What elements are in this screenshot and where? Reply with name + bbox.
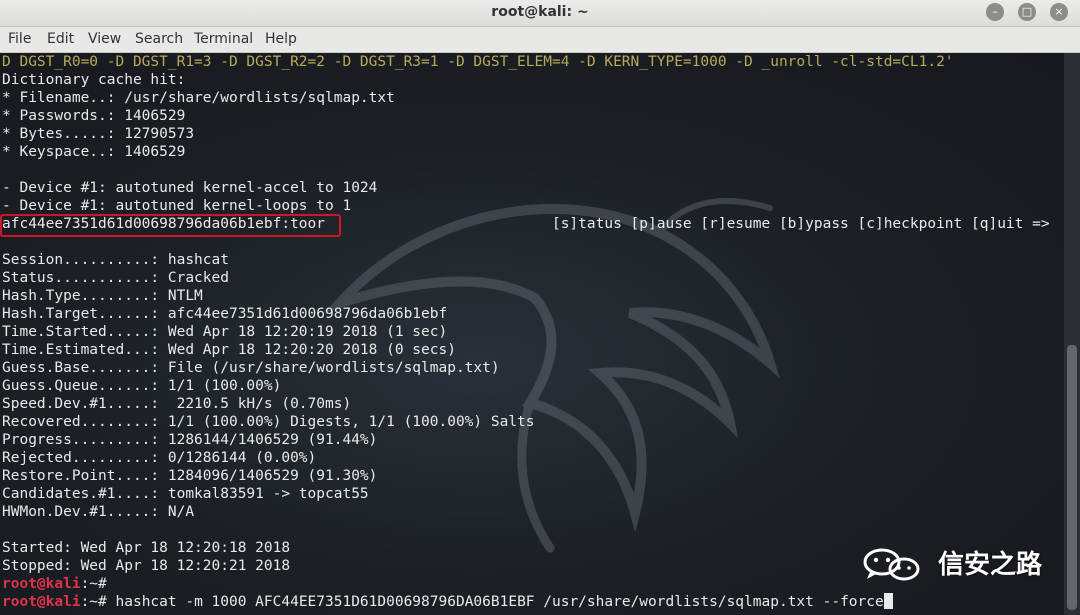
terminal-line: Time.Estimated...: Wed Apr 18 12:20:20 2… <box>2 342 456 358</box>
command-text: hashcat -m 1000 AFC44EE7351D61D00698796D… <box>115 594 884 610</box>
terminal-line: Hash.Target......: afc44ee7351d61d006987… <box>2 306 448 322</box>
terminal-line: Guess.Queue......: 1/1 (100.00%) <box>2 378 282 394</box>
text-cursor <box>883 593 893 609</box>
title-bar[interactable]: root@kali: ~ – □ × <box>0 0 1080 27</box>
terminal-line: Stopped: Wed Apr 18 12:20:21 2018 <box>2 558 291 574</box>
terminal-line: HWMon.Dev.#1.....: N/A <box>2 504 195 520</box>
terminal-line: Restore.Point....: 1284096/1406529 (91.3… <box>2 468 378 484</box>
terminal-output[interactable]: D DGST_R0=0 -D DGST_R1=3 -D DGST_R2=2 -D… <box>0 53 1064 615</box>
menu-help[interactable]: Help <box>265 31 297 47</box>
maximize-button[interactable]: □ <box>1018 3 1036 21</box>
terminal-line: Session..........: hashcat <box>2 252 229 268</box>
prompt-line: root@kali:~# <box>2 575 116 593</box>
prompt-path: :~# <box>80 594 116 610</box>
cracked-hash-highlight <box>0 214 341 237</box>
terminal-line: Progress.........: 1286144/1406529 (91.4… <box>2 432 378 448</box>
menu-terminal[interactable]: Terminal <box>194 31 253 47</box>
terminal-line: * Filename..: /usr/share/wordlists/sqlma… <box>2 90 395 106</box>
watermark-text: 信安之路 <box>938 550 1043 580</box>
prompt-path: :~# <box>80 576 116 592</box>
menu-edit[interactable]: Edit <box>47 31 74 47</box>
terminal-line: Dictionary cache hit: <box>2 72 186 88</box>
terminal-line: Candidates.#1....: tomkal83591 -> topcat… <box>2 486 369 502</box>
menu-search[interactable]: Search <box>135 31 183 47</box>
prompt-user: root@kali <box>2 594 81 610</box>
terminal-line: Time.Started.....: Wed Apr 18 12:20:19 2… <box>2 324 448 340</box>
prompt-user: root@kali <box>2 576 81 592</box>
window-title: root@kali: ~ <box>491 4 589 20</box>
menu-bar: File Edit View Search Terminal Help <box>0 27 1080 53</box>
terminal-window: root@kali: ~ – □ × File Edit View Search… <box>0 0 1080 615</box>
terminal-line: * Passwords.: 1406529 <box>2 108 186 124</box>
terminal-line: - Device #1: autotuned kernel-accel to 1… <box>2 180 378 196</box>
wechat-icon <box>863 548 920 581</box>
terminal-line: Rejected.........: 0/1286144 (0.00%) <box>2 450 317 466</box>
menu-view[interactable]: View <box>88 31 121 47</box>
terminal-line: Started: Wed Apr 18 12:20:18 2018 <box>2 540 291 556</box>
scrollbar-thumb[interactable] <box>1067 345 1077 610</box>
terminal-line: Hash.Type........: NTLM <box>2 288 203 304</box>
command-line[interactable]: root@kali:~# hashcat -m 1000 AFC44EE7351… <box>2 593 893 611</box>
terminal-line: * Bytes.....: 12790573 <box>2 126 195 142</box>
close-button[interactable]: × <box>1050 3 1068 21</box>
menu-file[interactable]: File <box>8 31 31 47</box>
terminal-line: Status...........: Cracked <box>2 270 229 286</box>
terminal-line: D DGST_R0=0 -D DGST_R1=3 -D DGST_R2=2 -D… <box>2 54 954 70</box>
terminal-line: Recovered........: 1/1 (100.00%) Digests… <box>2 414 535 430</box>
minimize-button[interactable]: – <box>986 3 1004 21</box>
terminal-line: Guess.Base.......: File (/usr/share/word… <box>2 360 500 376</box>
terminal-line: - Device #1: autotuned kernel-loops to 1 <box>2 198 352 214</box>
terminal-line: Speed.Dev.#1.....: 2210.5 kH/s (0.70ms) <box>2 396 352 412</box>
terminal-line: * Keyspace..: 1406529 <box>2 144 186 160</box>
